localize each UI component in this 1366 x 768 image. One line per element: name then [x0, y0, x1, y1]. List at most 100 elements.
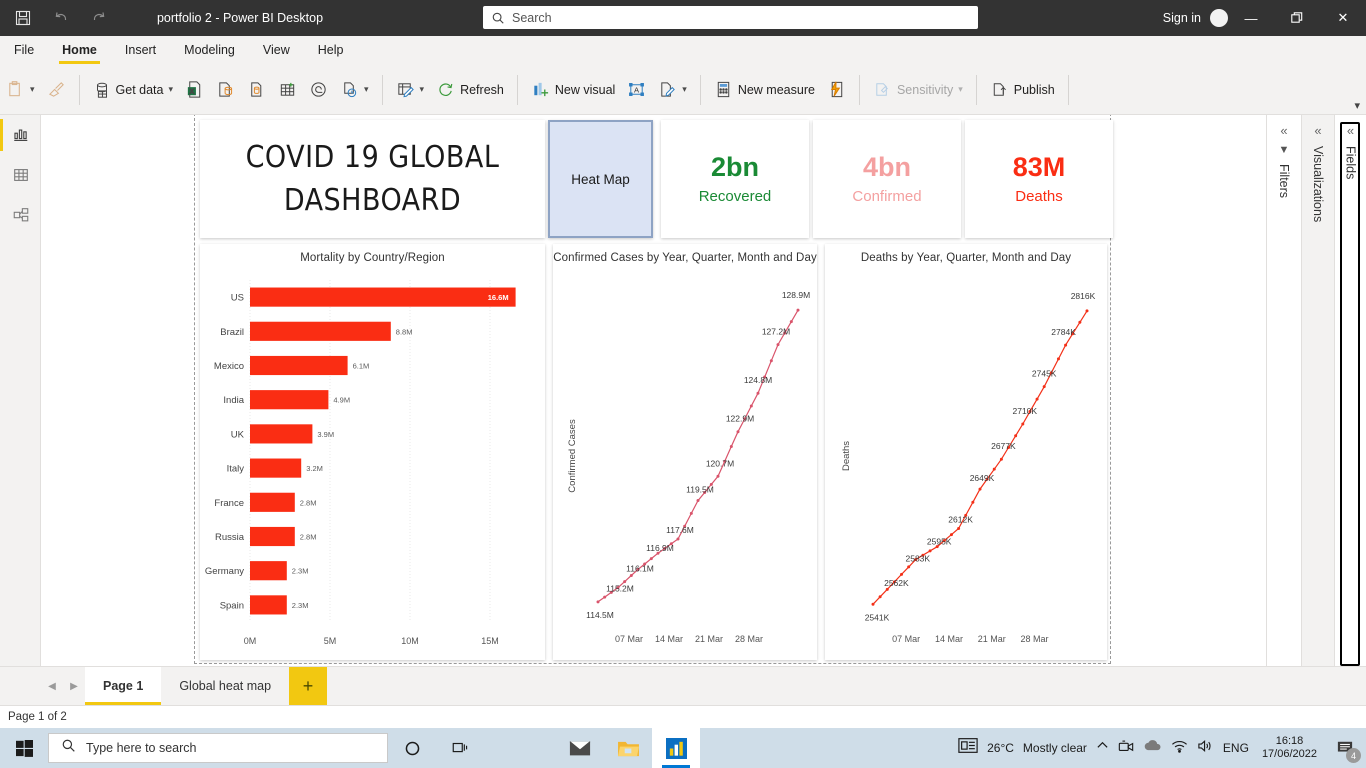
- chevron-down-icon: ▾: [958, 84, 963, 94]
- kpi-card-deaths[interactable]: 83M Deaths: [965, 120, 1113, 238]
- filters-pane[interactable]: « ▼ Filters: [1266, 115, 1301, 673]
- format-painter-button[interactable]: [41, 70, 72, 110]
- dataverse-source-button[interactable]: [241, 70, 272, 110]
- mail-icon[interactable]: [556, 728, 604, 768]
- deaths-chart-plot: Deaths 2541K 2562K 2583K 2595K 2612K 2649K 2677…: [841, 291, 1096, 644]
- report-page[interactable]: COVID 19 GLOBAL DASHBOARD Heat Map 2bn R…: [194, 115, 1113, 664]
- refresh-button[interactable]: Refresh: [430, 70, 510, 110]
- title-bar: portfolio 2 - Power BI Desktop Search Si…: [0, 0, 1366, 36]
- maximize-button[interactable]: [1274, 0, 1320, 36]
- svg-text:6.1M: 6.1M: [353, 362, 370, 371]
- more-visuals-button[interactable]: ▾: [652, 70, 693, 110]
- svg-text:Mexico: Mexico: [214, 361, 244, 372]
- svg-text:2.3M: 2.3M: [292, 567, 309, 576]
- page-tab-bar: ◀ ▶ Page 1 Global heat map +: [0, 666, 1366, 706]
- confirmed-cases-line-chart[interactable]: Confirmed Cases by Year, Quarter, Month …: [553, 244, 817, 660]
- new-visual-button[interactable]: New visual: [525, 70, 621, 110]
- recent-sources-button[interactable]: ▾: [334, 70, 375, 110]
- paste-button[interactable]: ▾: [0, 70, 41, 110]
- minimize-button[interactable]: —: [1228, 0, 1274, 36]
- sidebar-item-report-view[interactable]: [0, 115, 41, 155]
- transform-data-button[interactable]: ▾: [390, 70, 431, 110]
- publish-label: Publish: [1013, 82, 1055, 97]
- close-button[interactable]: ✕: [1320, 0, 1366, 36]
- show-hidden-icons-chevron-up-icon[interactable]: [1096, 739, 1109, 757]
- get-data-button[interactable]: Get data ▾: [87, 70, 179, 110]
- document-database-icon: [247, 80, 266, 99]
- collapse-ribbon-button[interactable]: ▾: [1354, 99, 1360, 112]
- sensitivity-button[interactable]: Sensitivity ▾: [867, 70, 969, 110]
- svg-text:X: X: [190, 88, 195, 95]
- page-tab-global-heat-map[interactable]: Global heat map: [161, 667, 289, 706]
- power-bi-icon[interactable]: [652, 728, 700, 768]
- text-box-button[interactable]: A: [621, 70, 652, 110]
- dataverse-button[interactable]: [303, 70, 334, 110]
- app-search-box[interactable]: Search: [483, 6, 978, 29]
- svg-text:116.9M: 116.9M: [646, 543, 674, 553]
- expand-visualizations-icon[interactable]: «: [1302, 115, 1334, 138]
- start-button[interactable]: [0, 728, 48, 768]
- sidebar-item-data-view[interactable]: [0, 155, 41, 195]
- menu-item-help[interactable]: Help: [304, 36, 358, 64]
- ribbon-separator: [381, 74, 383, 105]
- menu-item-home[interactable]: Home: [48, 36, 111, 64]
- meet-now-camera-icon[interactable]: [1118, 739, 1134, 758]
- svg-text:2583K: 2583K: [906, 553, 931, 563]
- weather-widget-icon[interactable]: [958, 737, 978, 759]
- sidebar-item-model-view[interactable]: [0, 195, 41, 235]
- sign-in-link[interactable]: Sign in: [1163, 11, 1201, 25]
- language-indicator[interactable]: ENG: [1223, 741, 1249, 755]
- svg-text:4.9M: 4.9M: [333, 396, 350, 405]
- fields-pane[interactable]: « Fields: [1334, 115, 1366, 673]
- dashboard-title-tile[interactable]: COVID 19 GLOBAL DASHBOARD: [200, 120, 545, 238]
- menu-item-modeling[interactable]: Modeling: [170, 36, 249, 64]
- kpi-card-confirmed[interactable]: 4bn Confirmed: [813, 120, 961, 238]
- task-view-icon[interactable]: [436, 728, 484, 768]
- quick-measure-button[interactable]: [821, 70, 852, 110]
- avatar[interactable]: [1210, 9, 1228, 27]
- menu-item-insert[interactable]: Insert: [111, 36, 170, 64]
- new-measure-button[interactable]: New measure: [708, 70, 821, 110]
- refresh-icon: [436, 80, 455, 99]
- onedrive-cloud-icon[interactable]: [1143, 739, 1162, 757]
- table-plus-icon: [278, 80, 297, 99]
- sql-server-source-button[interactable]: [210, 70, 241, 110]
- refresh-label: Refresh: [460, 82, 504, 97]
- enter-data-button[interactable]: [272, 70, 303, 110]
- volume-icon[interactable]: [1197, 739, 1214, 758]
- next-page-arrow[interactable]: ▶: [63, 681, 85, 692]
- wifi-icon[interactable]: [1171, 739, 1188, 758]
- file-explorer-icon[interactable]: [604, 728, 652, 768]
- expand-fields-icon[interactable]: «: [1335, 115, 1366, 138]
- svg-text:16.6M: 16.6M: [488, 293, 509, 302]
- menu-item-view[interactable]: View: [249, 36, 304, 64]
- shapes-pen-icon: [658, 80, 677, 99]
- expand-filters-icon[interactable]: «: [1267, 115, 1301, 138]
- titlebar-right-group: Sign in — ✕: [1163, 0, 1366, 36]
- excel-source-button[interactable]: X: [179, 70, 210, 110]
- page-tab-page-1[interactable]: Page 1: [85, 666, 162, 706]
- notification-center-button[interactable]: 4: [1330, 728, 1361, 768]
- svg-text:France: France: [214, 498, 244, 509]
- add-page-button[interactable]: +: [289, 666, 328, 706]
- sensitivity-label-icon: [873, 80, 892, 99]
- kpi-card-recovered[interactable]: 2bn Recovered: [661, 120, 809, 238]
- ribbon-toolbar: ▾ Get data ▾ X ▾ ▾ Refresh New visual A …: [0, 65, 1366, 115]
- deaths-line-chart[interactable]: Deaths by Year, Quarter, Month and Day D…: [825, 244, 1107, 660]
- ribbon-group-calculations: New measure: [708, 65, 852, 115]
- taskbar-search-box[interactable]: Type here to search: [48, 733, 388, 763]
- publish-button[interactable]: Publish: [984, 70, 1061, 110]
- svg-text:2710K: 2710K: [1013, 406, 1038, 416]
- dashboard-title-line1: COVID 19 GLOBAL: [245, 139, 500, 175]
- prev-page-arrow[interactable]: ◀: [41, 681, 63, 692]
- clock[interactable]: 16:18 17/06/2022: [1262, 735, 1317, 760]
- visualizations-pane[interactable]: « Visualizations: [1301, 115, 1334, 673]
- svg-text:5M: 5M: [324, 636, 337, 646]
- menu-item-file[interactable]: File: [0, 36, 48, 64]
- cortana-icon[interactable]: [388, 728, 436, 768]
- svg-text:124.8M: 124.8M: [744, 375, 772, 385]
- ribbon-separator: [1067, 74, 1069, 105]
- sql-database-icon: [216, 80, 235, 99]
- heat-map-button[interactable]: Heat Map: [548, 120, 653, 238]
- mortality-bar-chart[interactable]: Mortality by Country/Region 0M 5M 10M 15M US…: [200, 244, 545, 660]
